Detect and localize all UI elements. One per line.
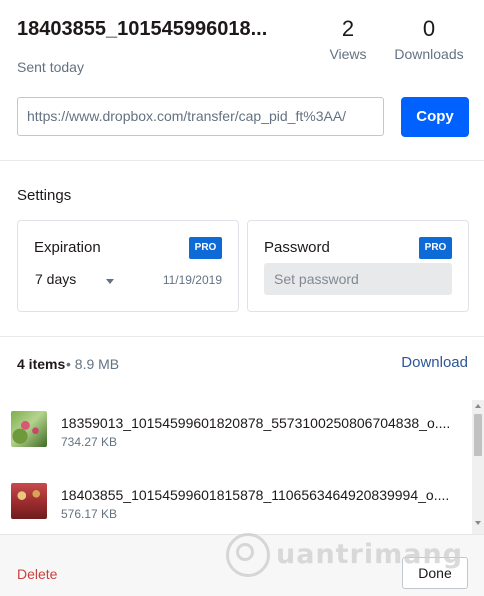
file-thumbnail — [11, 483, 47, 519]
watermark-text: uantrimang — [276, 539, 464, 570]
items-header: 4 items • 8.9 MB Download — [0, 337, 484, 387]
file-size: 734.27 KB — [61, 435, 118, 449]
password-card: Password PRO Set password — [247, 220, 469, 312]
transfer-header: 18403855_101545996018... Sent today 2 Vi… — [0, 0, 484, 161]
expiration-date: 11/19/2019 — [162, 273, 222, 287]
file-name: 18359013_10154599601820878_5573100250806… — [61, 415, 451, 431]
download-all-link[interactable]: Download — [401, 354, 468, 371]
items-count: 4 items — [17, 356, 66, 372]
downloads-stat: 0 Downloads — [389, 16, 469, 62]
delete-button[interactable]: Delete — [17, 566, 57, 582]
sent-status: Sent today — [17, 59, 84, 75]
file-name: 18403855_10154599601815878_1106563464920… — [61, 487, 450, 503]
share-link-field[interactable]: https://www.dropbox.com/transfer/cap_pid… — [17, 97, 384, 136]
views-stat: 2 Views — [322, 16, 374, 62]
pro-badge: PRO — [189, 237, 222, 259]
downloads-label: Downloads — [394, 46, 464, 62]
file-size: 576.17 KB — [61, 507, 118, 521]
expiration-select[interactable]: 7 days — [35, 271, 76, 287]
chevron-down-icon[interactable] — [106, 279, 114, 284]
file-list: 18359013_10154599601820878_5573100250806… — [0, 395, 484, 533]
downloads-count: 0 — [422, 16, 436, 41]
settings-section: Settings Expiration PRO 7 days 11/19/201… — [0, 161, 484, 337]
settings-heading: Settings — [17, 187, 72, 204]
copy-button[interactable]: Copy — [401, 97, 469, 137]
views-label: Views — [329, 46, 367, 62]
password-input[interactable]: Set password — [264, 263, 452, 295]
items-total-size: • 8.9 MB — [66, 356, 120, 372]
list-item[interactable]: 18359013_10154599601820878_5573100250806… — [0, 395, 470, 455]
expiration-card: Expiration PRO 7 days 11/19/2019 — [17, 220, 239, 312]
scroll-down-icon[interactable] — [475, 521, 481, 525]
transfer-title: 18403855_101545996018... — [17, 18, 268, 40]
expiration-title: Expiration — [34, 239, 101, 256]
list-item[interactable]: 18403855_10154599601815878_1106563464920… — [0, 467, 470, 527]
watermark-inner-icon — [236, 543, 254, 561]
views-count: 2 — [341, 16, 355, 41]
password-title: Password — [264, 239, 330, 256]
scroll-up-icon[interactable] — [475, 404, 481, 408]
scrollbar-thumb[interactable] — [474, 414, 482, 456]
file-thumbnail — [11, 411, 47, 447]
pro-badge: PRO — [419, 237, 452, 259]
